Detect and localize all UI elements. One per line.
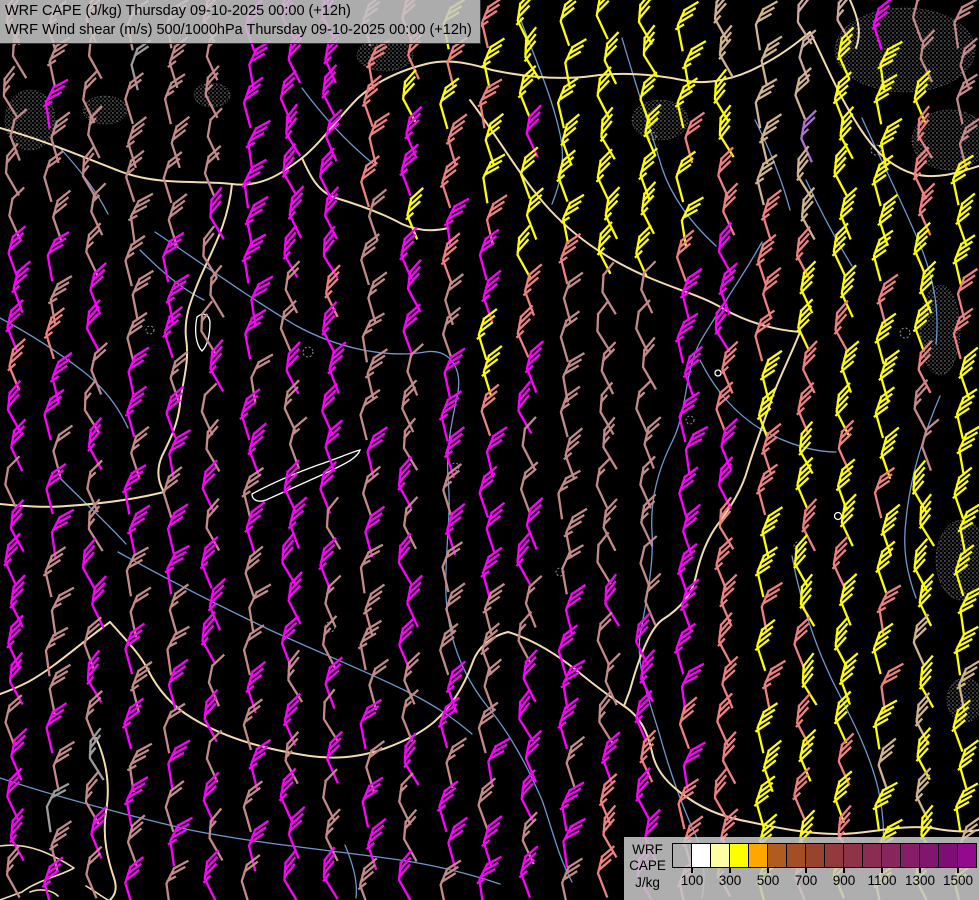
- colorbar-cell: [901, 844, 920, 867]
- colorbar-cell: [749, 844, 768, 867]
- title-line-shear: WRF Wind shear (m/s) 500/1000hPa Thursda…: [5, 21, 472, 40]
- colorbar-tick-label: 500: [757, 873, 780, 888]
- colorbar-cell: [806, 844, 825, 867]
- legend-label-field: CAPE: [624, 858, 671, 874]
- colorbar-cell: [939, 844, 958, 867]
- colorbar-cell: [825, 844, 844, 867]
- colorbar-tick-label: 300: [719, 873, 742, 888]
- legend-label-model: WRF: [624, 842, 671, 858]
- legend-label: WRF CAPE J/kg: [624, 837, 671, 900]
- colorbar-cell: [958, 844, 976, 867]
- colorbar-tick-label: 700: [795, 873, 818, 888]
- colorbar-cells: [672, 843, 977, 868]
- colorbar-cell: [920, 844, 939, 867]
- title-bar: WRF CAPE (J/kg) Thursday 09-10-2025 00:0…: [0, 0, 481, 44]
- colorbar-tick-label: 1300: [905, 873, 935, 888]
- colorbar-cell: [844, 844, 863, 867]
- weather-map-stage: WRF CAPE (J/kg) Thursday 09-10-2025 00:0…: [0, 0, 979, 900]
- colorbar-cell: [711, 844, 730, 867]
- colorbar-tick-label: 900: [833, 873, 856, 888]
- colorbar-cell: [787, 844, 806, 867]
- colorbar-cell: [863, 844, 882, 867]
- title-line-cape: WRF CAPE (J/kg) Thursday 09-10-2025 00:0…: [5, 2, 472, 21]
- legend-colorbar: 100 300 500 700 900 1100 1300 1500: [671, 837, 979, 900]
- colorbar-cell: [768, 844, 787, 867]
- colorbar-cell: [882, 844, 901, 867]
- colorbar-tick-label: 1500: [943, 873, 973, 888]
- cape-legend: WRF CAPE J/kg 100 300 500 700 900 1100 1300 150…: [624, 837, 979, 900]
- legend-label-unit: J/kg: [624, 875, 671, 891]
- colorbar-cell: [673, 844, 692, 867]
- colorbar-tick-label: 100: [681, 873, 704, 888]
- colorbar-tick-label: 1100: [867, 873, 896, 888]
- colorbar-cell: [730, 844, 749, 867]
- map-canvas: [0, 0, 979, 900]
- colorbar-cell: [692, 844, 711, 867]
